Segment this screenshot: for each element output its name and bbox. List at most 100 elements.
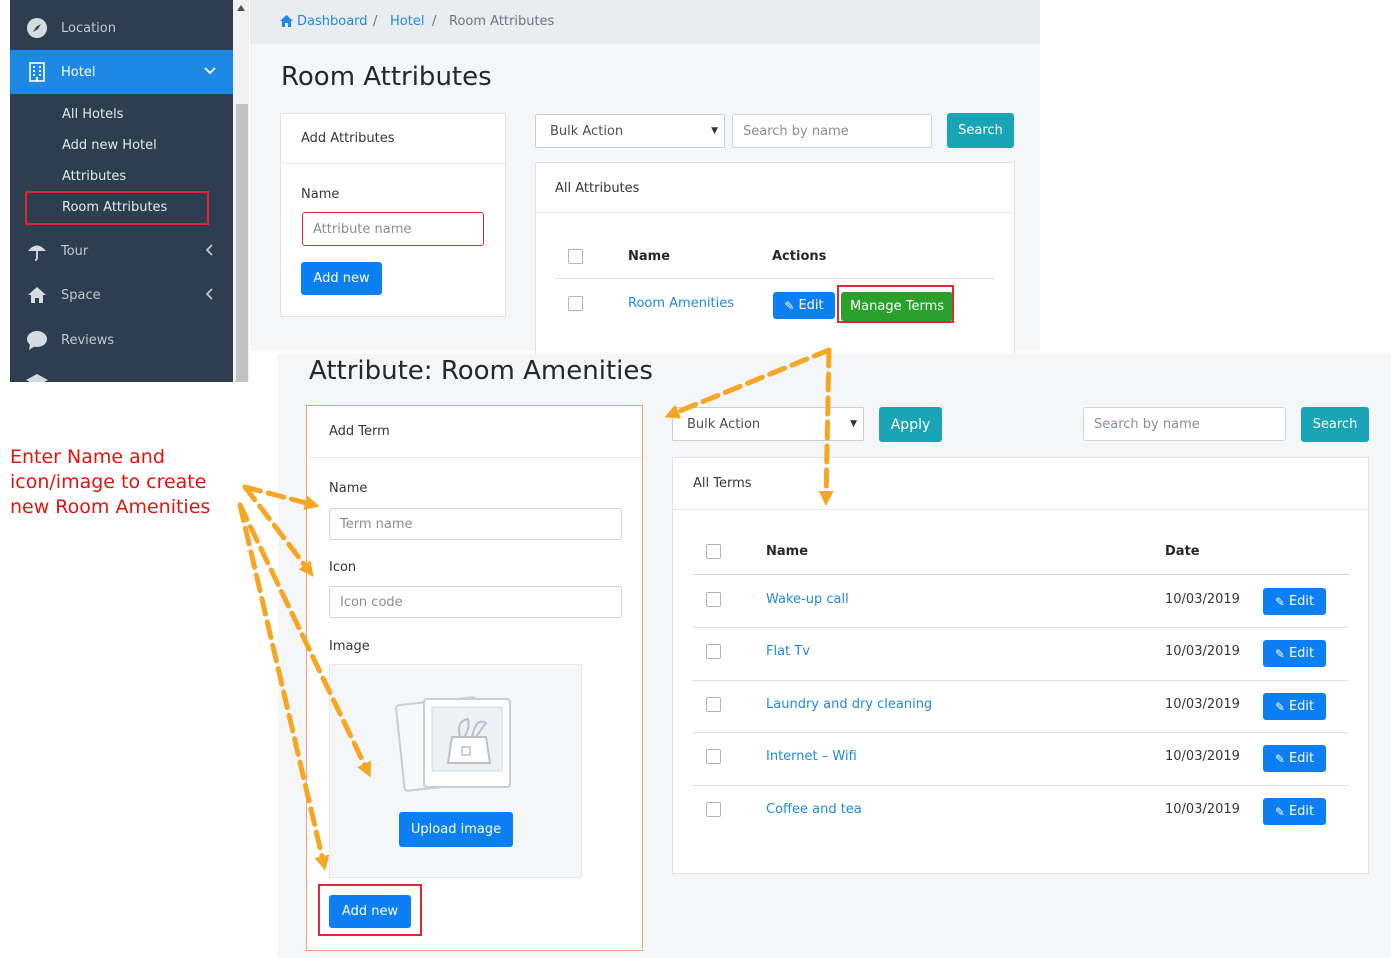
- select-caret-icon: ▼: [850, 419, 857, 429]
- apply-button[interactable]: Apply: [879, 407, 942, 442]
- edit-button[interactable]: ✎ Edit: [1263, 798, 1326, 825]
- sidebar-item-label: Space: [61, 287, 101, 303]
- edit-button-label: Edit: [798, 298, 824, 313]
- edit-button[interactable]: ✎ Edit: [1263, 640, 1326, 667]
- row-divider: [692, 680, 1349, 681]
- row-checkbox[interactable]: [706, 644, 721, 659]
- edit-button[interactable]: ✎ Edit: [1263, 693, 1326, 720]
- select-all-checkbox[interactable]: [568, 249, 583, 264]
- image-upload-area[interactable]: Upload image: [329, 664, 582, 878]
- add-new-attribute-button[interactable]: Add new: [301, 262, 382, 295]
- sidebar-item-location[interactable]: Location: [10, 6, 233, 50]
- image-placeholder-icon: [395, 696, 511, 792]
- column-header-actions: Actions: [772, 249, 827, 264]
- all-attributes-card: All Attributes Name Actions Room Ameniti…: [535, 162, 1015, 354]
- all-terms-card: All Terms Name Date Wake-up call 10/03/2…: [672, 457, 1369, 874]
- breadcrumb-separator: /: [432, 14, 437, 29]
- attribute-name-input[interactable]: Attribute name: [302, 212, 484, 246]
- sidebar-subitem-all-hotels[interactable]: All Hotels: [62, 105, 123, 125]
- name-label: Name: [301, 187, 340, 202]
- sidebar-item-label: Reviews: [61, 332, 115, 348]
- edit-button[interactable]: ✎ Edit: [1263, 745, 1326, 772]
- term-name-link[interactable]: Wake-up call: [766, 592, 849, 607]
- edit-button[interactable]: ✎ Edit: [773, 292, 835, 319]
- sidebar-subitem-add-new-hotel[interactable]: Add new Hotel: [62, 136, 157, 156]
- row-divider: [692, 627, 1349, 628]
- chevron-left-icon: [205, 244, 213, 256]
- term-name-link[interactable]: Coffee and tea: [766, 802, 862, 817]
- add-term-card: Add Term Name Term name Icon Icon code I…: [306, 405, 643, 951]
- search-input[interactable]: Search by name: [732, 114, 932, 148]
- bulk-action-select[interactable]: Bulk Action ▼: [535, 114, 725, 148]
- icon-code-input[interactable]: Icon code: [329, 586, 622, 618]
- column-header-date: Date: [1165, 544, 1200, 559]
- card-header: All Terms: [673, 458, 1368, 510]
- term-date: 10/03/2019: [1165, 802, 1240, 817]
- sidebar-item-hotel[interactable]: Hotel: [10, 50, 233, 94]
- bulk-action-select[interactable]: Bulk Action ▼: [672, 407, 864, 441]
- breadcrumb-dashboard[interactable]: Dashboard: [297, 14, 368, 29]
- row-checkbox[interactable]: [706, 697, 721, 712]
- page-title: Room Attributes: [281, 62, 492, 92]
- bulk-action-value: Bulk Action: [550, 123, 624, 139]
- edit-icon: ✎: [1274, 751, 1285, 766]
- edit-button-label: Edit: [1288, 594, 1315, 609]
- edit-button-label: Edit: [1288, 751, 1315, 766]
- edit-button-label: Edit: [1288, 646, 1315, 661]
- card-header: Add Attributes: [281, 114, 505, 164]
- image-label: Image: [329, 639, 370, 654]
- breadcrumb-current: Room Attributes: [449, 14, 555, 29]
- row-divider: [692, 785, 1349, 786]
- attribute-name-link[interactable]: Room Amenities: [628, 296, 734, 311]
- edit-icon: ✎: [784, 298, 795, 313]
- term-name-link[interactable]: Internet – Wifi: [766, 749, 857, 764]
- sidebar-subitem-attributes[interactable]: Attributes: [62, 167, 126, 187]
- edit-icon: ✎: [1274, 699, 1285, 714]
- term-search-button[interactable]: Search: [1301, 407, 1369, 442]
- compass-icon: [27, 18, 47, 38]
- highlight-manage-terms: [837, 285, 954, 323]
- scrollbar-thumb[interactable]: [236, 104, 248, 382]
- column-header-name: Name: [766, 544, 809, 559]
- sidebar-item-tour[interactable]: Tour: [10, 229, 233, 273]
- table-divider: [692, 574, 1349, 575]
- row-checkbox[interactable]: [706, 592, 721, 607]
- term-name-link[interactable]: Flat Tv: [766, 644, 810, 659]
- term-name-link[interactable]: Laundry and dry cleaning: [766, 697, 932, 712]
- edit-icon: ✎: [1274, 594, 1285, 609]
- row-checkbox[interactable]: [706, 749, 721, 764]
- sidebar-item-reviews[interactable]: Reviews: [10, 318, 233, 362]
- breadcrumb-hotel[interactable]: Hotel: [390, 14, 424, 29]
- card-header: All Attributes: [536, 163, 1014, 213]
- bulk-action-value: Bulk Action: [687, 416, 761, 432]
- term-date: 10/03/2019: [1165, 749, 1240, 764]
- home-icon: [280, 15, 293, 27]
- breadcrumb: Dashboard / Hotel / Room Attributes: [250, 0, 1040, 44]
- card-header: Add Term: [307, 406, 642, 458]
- chevron-left-icon: [205, 288, 213, 300]
- edit-button[interactable]: ✎ Edit: [1263, 588, 1326, 615]
- search-button[interactable]: Search: [947, 113, 1014, 148]
- term-search-input[interactable]: Search by name: [1083, 407, 1286, 441]
- row-checkbox[interactable]: [568, 296, 583, 311]
- chevron-down-icon: [204, 67, 216, 75]
- sidebar-item-space[interactable]: Space: [10, 273, 233, 317]
- term-name-input[interactable]: Term name: [329, 508, 622, 540]
- scroll-up-arrow-icon[interactable]: [236, 4, 246, 12]
- edit-button-label: Edit: [1288, 804, 1315, 819]
- upload-image-button[interactable]: Upload image: [399, 812, 513, 847]
- column-header-name: Name: [628, 249, 671, 264]
- umbrella-icon: [28, 245, 46, 261]
- term-date: 10/03/2019: [1165, 697, 1240, 712]
- highlight-add-new-term: [318, 884, 422, 936]
- annotation-text: Enter Name and icon/image to create new …: [10, 446, 211, 518]
- attribute-title: Attribute: Room Amenities: [309, 356, 653, 386]
- sidebar-item-label: Tour: [61, 243, 89, 259]
- sidebar-item-label: Location: [61, 20, 116, 36]
- row-checkbox[interactable]: [706, 802, 721, 817]
- select-all-checkbox[interactable]: [706, 544, 721, 559]
- table-divider: [555, 278, 995, 279]
- building-icon: [29, 62, 45, 82]
- breadcrumb-separator: /: [373, 14, 378, 29]
- comment-icon: [27, 331, 47, 350]
